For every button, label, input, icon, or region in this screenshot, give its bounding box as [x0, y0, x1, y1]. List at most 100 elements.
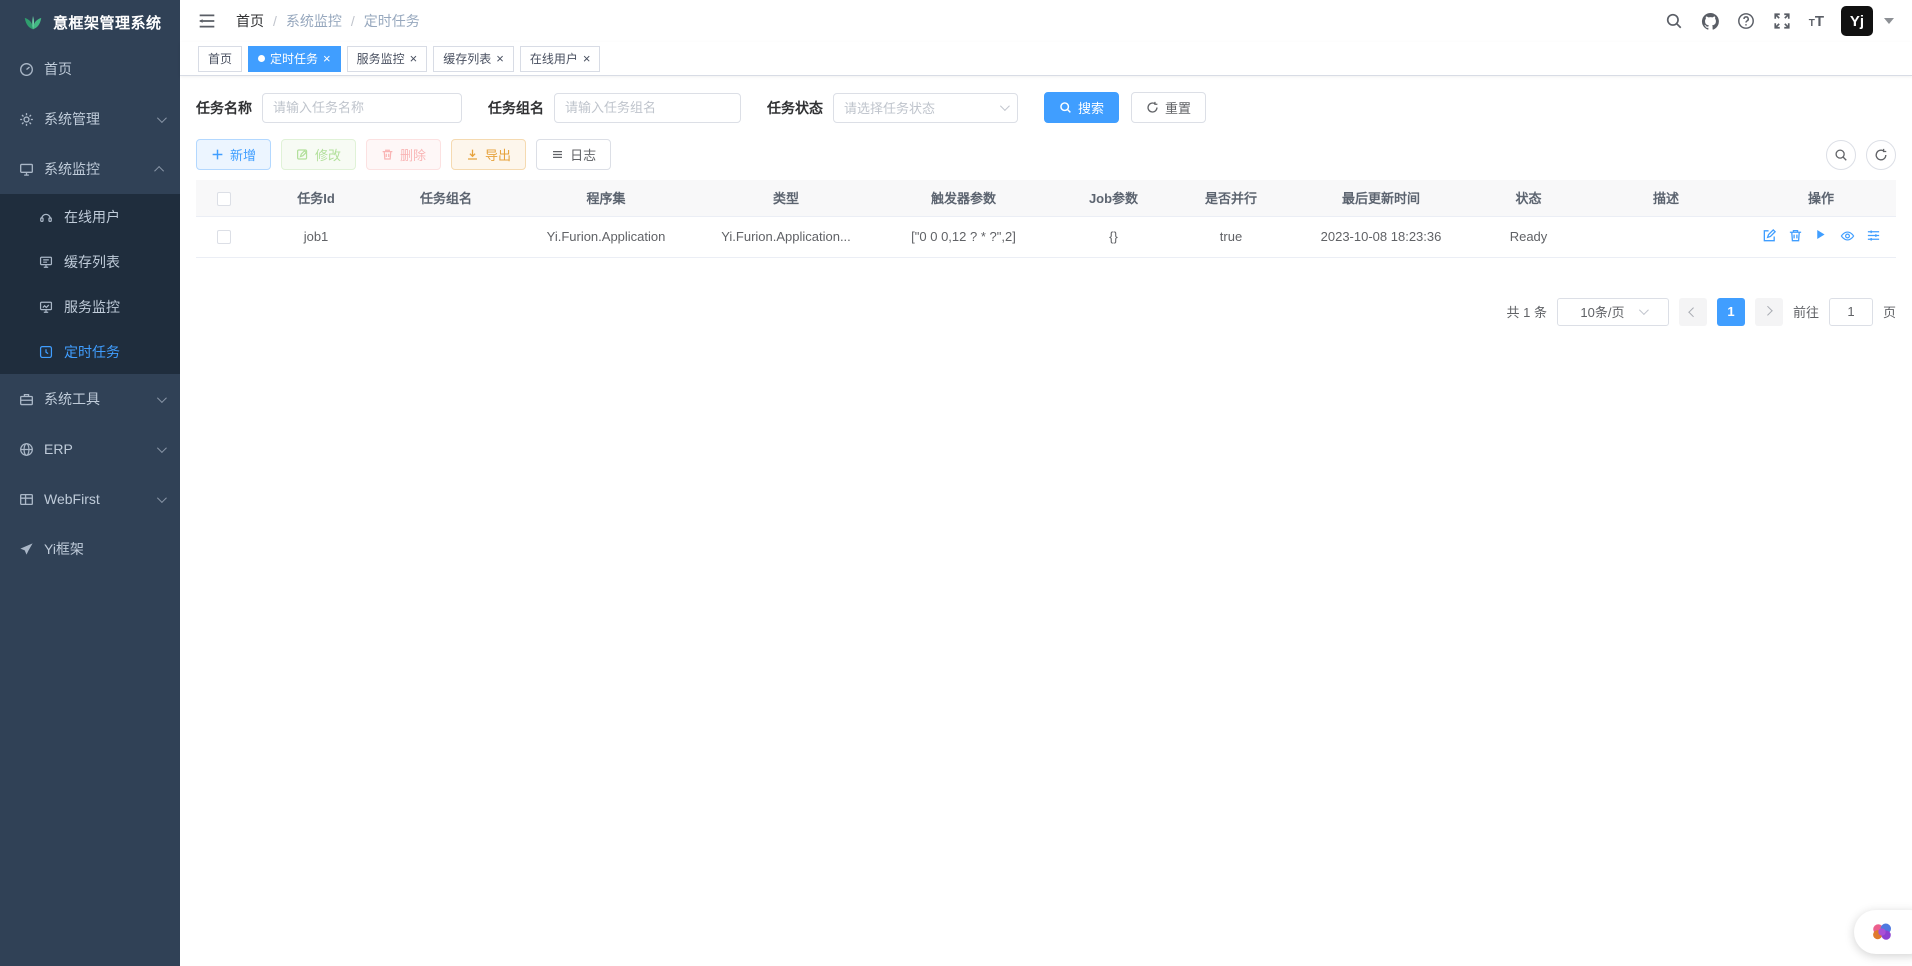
cell-concurrent: true — [1171, 216, 1291, 257]
sidebar-item-online-users[interactable]: 在线用户 — [0, 194, 180, 239]
cell-type: Yi.Furion.Application... — [701, 216, 871, 257]
breadcrumb-separator: / — [273, 13, 277, 29]
tab-label: 服务监控 — [357, 50, 405, 67]
trash-icon[interactable] — [1788, 228, 1803, 243]
prev-page-button[interactable] — [1679, 298, 1707, 326]
goto-page-input[interactable] — [1829, 298, 1873, 326]
sidebar-item-service-monitor[interactable]: 服务监控 — [0, 284, 180, 329]
sidebar-item-yi-framework[interactable]: Yi框架 — [0, 524, 180, 574]
close-icon[interactable]: × — [410, 52, 418, 65]
column-header: 操作 — [1746, 180, 1896, 216]
leaf-logo-icon — [22, 11, 44, 33]
total-count: 共 1 条 — [1507, 302, 1547, 321]
sidebar-item-label: 缓存列表 — [64, 252, 120, 272]
page-number-button[interactable]: 1 — [1717, 298, 1745, 326]
sidebar: 意框架管理系统 首页 系统管理 系统监控 在线用户 缓存列表 — [0, 0, 180, 966]
page-size-value: 10条/页 — [1580, 302, 1624, 321]
tab-home[interactable]: 首页 — [198, 46, 242, 72]
chevron-down-icon[interactable] — [1884, 18, 1894, 24]
reset-button[interactable]: 重置 — [1131, 92, 1206, 123]
task-name-input[interactable] — [262, 93, 462, 123]
cell-updated: 2023-10-08 18:23:36 — [1291, 216, 1471, 257]
headset-icon — [38, 209, 54, 225]
delete-button-label: 删除 — [400, 145, 426, 164]
refresh-icon — [1146, 101, 1159, 114]
sidebar-item-label: 系统监控 — [44, 159, 100, 179]
chevron-up-icon — [154, 165, 164, 175]
column-header: 描述 — [1586, 180, 1746, 216]
refresh-table-button[interactable] — [1866, 140, 1896, 170]
add-button-label: 新增 — [230, 145, 256, 164]
chevron-down-icon — [157, 443, 167, 453]
search-form: 任务名称 任务组名 任务状态 请选择任务状态 搜索 — [196, 92, 1896, 123]
next-page-button[interactable] — [1755, 298, 1783, 326]
font-size-icon[interactable]: TT — [1809, 13, 1824, 30]
add-button[interactable]: 新增 — [196, 139, 271, 170]
select-all-checkbox[interactable] — [217, 192, 231, 206]
sidebar-item-home[interactable]: 首页 — [0, 44, 180, 94]
avatar[interactable]: Yj — [1841, 6, 1873, 36]
search-icon[interactable] — [1665, 12, 1684, 31]
collapse-sidebar-icon[interactable] — [198, 11, 218, 31]
globe-icon — [18, 441, 34, 457]
sidebar-item-erp[interactable]: ERP — [0, 424, 180, 474]
log-button-label: 日志 — [570, 145, 596, 164]
chevron-down-icon — [157, 113, 167, 123]
column-header: 触发器参数 — [871, 180, 1056, 216]
export-button[interactable]: 导出 — [451, 139, 526, 170]
tab-service-monitor[interactable]: 服务监控 × — [347, 46, 428, 72]
eye-icon[interactable] — [1840, 228, 1855, 243]
task-status-label: 任务状态 — [767, 98, 823, 118]
sidebar-item-cache-list[interactable]: 缓存列表 — [0, 239, 180, 284]
tab-label: 首页 — [208, 50, 232, 67]
monitor-icon — [18, 161, 34, 177]
breadcrumb-home[interactable]: 首页 — [236, 11, 264, 31]
log-button[interactable]: 日志 — [536, 139, 611, 170]
cell-status: Ready — [1471, 216, 1586, 257]
sidebar-item-system-tools[interactable]: 系统工具 — [0, 374, 180, 424]
sidebar-item-system-management[interactable]: 系统管理 — [0, 94, 180, 144]
sidebar-item-webfirst[interactable]: WebFirst — [0, 474, 180, 524]
sidebar-item-label: 定时任务 — [64, 342, 120, 362]
help-icon[interactable] — [1737, 12, 1756, 31]
sidebar-item-scheduled-tasks[interactable]: 定时任务 — [0, 329, 180, 374]
chevron-down-icon — [157, 393, 167, 403]
close-icon[interactable]: × — [583, 52, 591, 65]
main-area: 首页 / 系统监控 / 定时任务 TT Yj 首页 — [180, 0, 1912, 966]
play-icon[interactable] — [1814, 228, 1829, 243]
column-header: 任务Id — [251, 180, 381, 216]
tab-cache-list[interactable]: 缓存列表 × — [433, 46, 514, 72]
select-placeholder: 请选择任务状态 — [844, 98, 935, 117]
assistant-float-button[interactable] — [1854, 910, 1912, 954]
tasks-table: 任务Id 任务组名 程序集 类型 触发器参数 Job参数 是否并行 最后更新时间… — [196, 180, 1896, 258]
edit-icon[interactable] — [1762, 228, 1777, 243]
github-icon[interactable] — [1701, 12, 1720, 31]
sidebar-item-label: 系统工具 — [44, 389, 100, 409]
list-icon — [551, 148, 564, 161]
pagination: 共 1 条 10条/页 1 前往 页 — [196, 298, 1896, 326]
fullscreen-icon[interactable] — [1773, 12, 1792, 31]
search-icon — [1059, 101, 1072, 114]
task-group-label: 任务组名 — [488, 98, 544, 118]
show-search-button[interactable] — [1826, 140, 1856, 170]
tab-label: 定时任务 — [270, 50, 318, 67]
tab-scheduled-tasks[interactable]: 定时任务 × — [248, 46, 341, 72]
close-icon[interactable]: × — [323, 52, 331, 65]
cell-assembly: Yi.Furion.Application — [511, 216, 701, 257]
row-actions — [1762, 228, 1881, 243]
plus-icon — [211, 148, 224, 161]
task-status-select[interactable]: 请选择任务状态 — [833, 93, 1018, 123]
page-size-select[interactable]: 10条/页 — [1557, 298, 1669, 326]
task-group-input[interactable] — [554, 93, 741, 123]
app-title: 意框架管理系统 — [53, 12, 162, 33]
cell-description — [1586, 216, 1746, 257]
sidebar-item-system-monitor[interactable]: 系统监控 — [0, 144, 180, 194]
close-icon[interactable]: × — [496, 52, 504, 65]
search-button[interactable]: 搜索 — [1044, 92, 1119, 123]
tab-online-users[interactable]: 在线用户 × — [520, 46, 601, 72]
timer-icon — [38, 344, 54, 360]
row-checkbox[interactable] — [217, 230, 231, 244]
column-header: 是否并行 — [1171, 180, 1291, 216]
goto-label: 前往 — [1793, 302, 1819, 321]
log-detail-icon[interactable] — [1866, 228, 1881, 243]
